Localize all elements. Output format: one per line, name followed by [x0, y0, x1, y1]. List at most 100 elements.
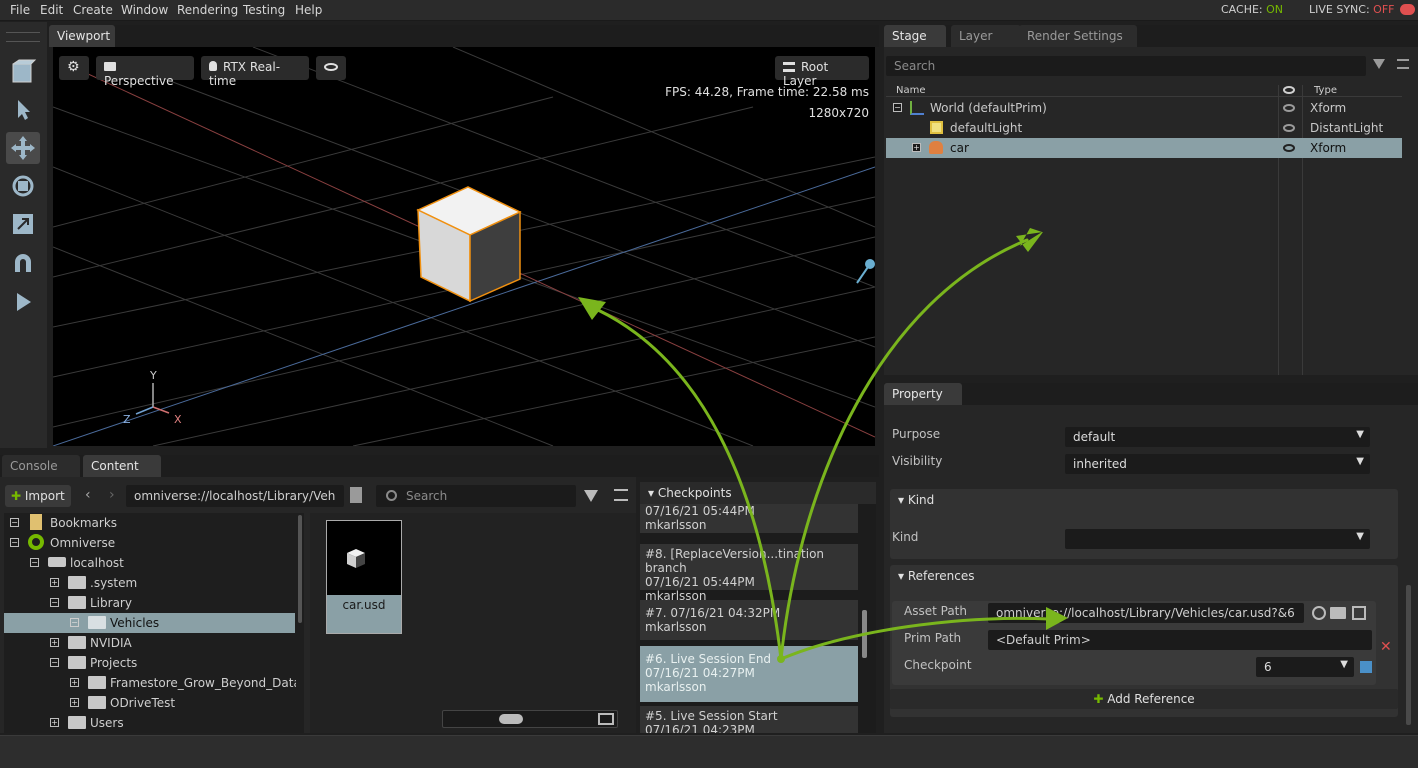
slider-handle[interactable] [499, 714, 523, 724]
tree-item-framestore[interactable]: +Framestore_Grow_Beyond_Dataset [4, 673, 296, 693]
snap-tool-button[interactable] [6, 248, 40, 280]
rotate-icon [12, 175, 34, 197]
eye-icon[interactable] [1283, 144, 1295, 152]
visibility-label: Visibility [892, 454, 943, 468]
visibility-dropdown[interactable]: inherited ▼ [1065, 454, 1370, 474]
rotate-tool-button[interactable] [6, 170, 40, 202]
gear-icon: ⚙ [67, 59, 80, 75]
stage-row-default-light[interactable]: defaultLight DistantLight [886, 118, 1402, 138]
root-layer-button[interactable]: Root Layer [775, 56, 869, 88]
remove-reference-icon[interactable]: ✕ [1380, 639, 1392, 655]
visibility-button[interactable] [316, 56, 346, 80]
tree-item-vehicles[interactable]: − Vehicles [4, 613, 295, 633]
tab-property[interactable]: Property [884, 383, 962, 405]
col-type-header: Type [1314, 85, 1337, 96]
axis-x-label: X [174, 413, 182, 426]
resolution-readout: 1280x720 [808, 106, 869, 120]
chevron-down-icon: ▼ [1356, 531, 1364, 542]
asset-path-input[interactable]: omniverse://localhost/Library/Vehicles/c… [988, 603, 1304, 623]
menu-window[interactable]: Window [121, 3, 168, 17]
viewport-settings-button[interactable]: ⚙ [59, 56, 89, 80]
scale-icon [13, 214, 33, 234]
open-external-icon[interactable] [1352, 606, 1366, 620]
add-reference-button[interactable]: ✚ Add Reference [890, 689, 1398, 709]
refresh-icon[interactable] [1312, 606, 1326, 620]
tab-viewport[interactable]: Viewport [49, 25, 115, 47]
renderer-button[interactable]: RTX Real-time [201, 56, 309, 88]
stage-row-car[interactable]: + car Xform [886, 138, 1402, 158]
filter-icon[interactable] [584, 490, 598, 502]
camera-button[interactable]: Perspective [96, 56, 194, 88]
axis-gizmo-icon [135, 383, 170, 415]
checkpoint-item-7[interactable]: #7. 07/16/21 04:32PM mkarlsson [640, 600, 858, 640]
checkpoint-dropdown[interactable]: 6 ▼ [1256, 657, 1354, 677]
tab-console[interactable]: Console [2, 455, 80, 477]
search-icon [386, 490, 397, 501]
chevron-down-icon: ▼ [1340, 659, 1348, 670]
folder-open-icon [88, 616, 106, 629]
menu-rendering[interactable]: Rendering [177, 3, 238, 17]
cloud-icon [1400, 4, 1415, 15]
folder-icon [68, 636, 86, 649]
kind-section-title[interactable]: ▾ Kind [898, 493, 934, 507]
folder-open-icon [68, 596, 86, 609]
checkpoints-scrollbar[interactable] [862, 610, 867, 658]
live-sync-status: LIVE SYNC: OFF [1309, 3, 1395, 16]
menu-icon[interactable] [1397, 59, 1409, 69]
import-button[interactable]: ✚ Import [5, 485, 71, 507]
purpose-label: Purpose [892, 427, 941, 441]
content-search-input[interactable]: Search [376, 485, 576, 507]
tab-stage[interactable]: Stage [884, 25, 946, 47]
file-tile-car-usd[interactable]: car.usd [326, 520, 402, 634]
menu-create[interactable]: Create [73, 3, 113, 17]
expand-icon[interactable]: + [912, 143, 921, 152]
camera-icon [104, 62, 116, 71]
bookmark-icon[interactable] [350, 487, 362, 503]
move-tool-button[interactable] [6, 132, 40, 164]
folder-icon[interactable] [1330, 607, 1346, 619]
tree-scrollbar[interactable] [298, 515, 302, 623]
references-section: ▾ References Asset Path omniverse://loca… [890, 565, 1398, 717]
filter-icon[interactable] [1373, 59, 1385, 69]
checkpoint-item-6[interactable]: #6. Live Session End 07/16/21 04:27PM mk… [640, 646, 858, 702]
folder-open-icon [68, 656, 86, 669]
references-section-title[interactable]: ▾ References [898, 569, 975, 583]
tab-layer[interactable]: Layer [951, 25, 1021, 47]
play-icon [17, 293, 31, 311]
prim-path-input[interactable]: <Default Prim> [988, 630, 1372, 650]
server-icon [48, 557, 66, 567]
purpose-dropdown[interactable]: default ▼ [1065, 427, 1370, 447]
tab-content[interactable]: Content [83, 455, 161, 477]
menu-file[interactable]: File [10, 3, 30, 17]
play-button[interactable] [6, 286, 40, 318]
checkpoint-item-8[interactable]: #8. [ReplaceVersion...tination branch 07… [640, 544, 858, 603]
grid-view-icon[interactable] [598, 713, 614, 725]
layers-icon [783, 62, 795, 72]
checkpoint-item[interactable]: 07/16/21 05:44PM mkarlsson [640, 504, 858, 533]
kind-dropdown[interactable]: ▼ [1065, 529, 1370, 549]
checkpoint-item-5[interactable]: #5. Live Session Start 07/16/21 04:23PM [640, 706, 858, 733]
viewport[interactable]: Y Z X ⚙ Perspective RTX Real-time Root L… [53, 47, 875, 446]
select-tool-button[interactable] [6, 94, 40, 126]
folder-icon [68, 576, 86, 589]
menu-edit[interactable]: Edit [40, 3, 63, 17]
thumbnail-size-slider[interactable] [442, 710, 618, 728]
eye-icon[interactable] [1283, 124, 1295, 132]
property-scrollbar[interactable] [1406, 585, 1411, 725]
collapse-icon[interactable]: − [893, 103, 902, 112]
checkpoints-header[interactable]: ▾ Checkpoints [640, 482, 876, 504]
menu-testing[interactable]: Testing [243, 3, 285, 17]
stage-search-input[interactable]: Search [886, 56, 1366, 76]
cache-status: CACHE: ON [1221, 3, 1284, 16]
scale-tool-button[interactable] [6, 208, 40, 240]
eye-icon[interactable] [1283, 104, 1295, 112]
tab-render-settings[interactable]: Render Settings [1019, 25, 1137, 47]
plus-icon: ✚ [11, 489, 22, 503]
stage-row-world[interactable]: − World (defaultPrim) Xform [886, 98, 1402, 118]
content-path-input[interactable]: omniverse://localhost/Library/Veh [126, 485, 344, 507]
forward-icon[interactable]: › [109, 487, 115, 503]
menu-help[interactable]: Help [295, 3, 322, 17]
select-mode-button[interactable] [6, 56, 40, 88]
menu-icon[interactable] [614, 489, 628, 501]
back-icon[interactable]: ‹ [85, 487, 91, 503]
